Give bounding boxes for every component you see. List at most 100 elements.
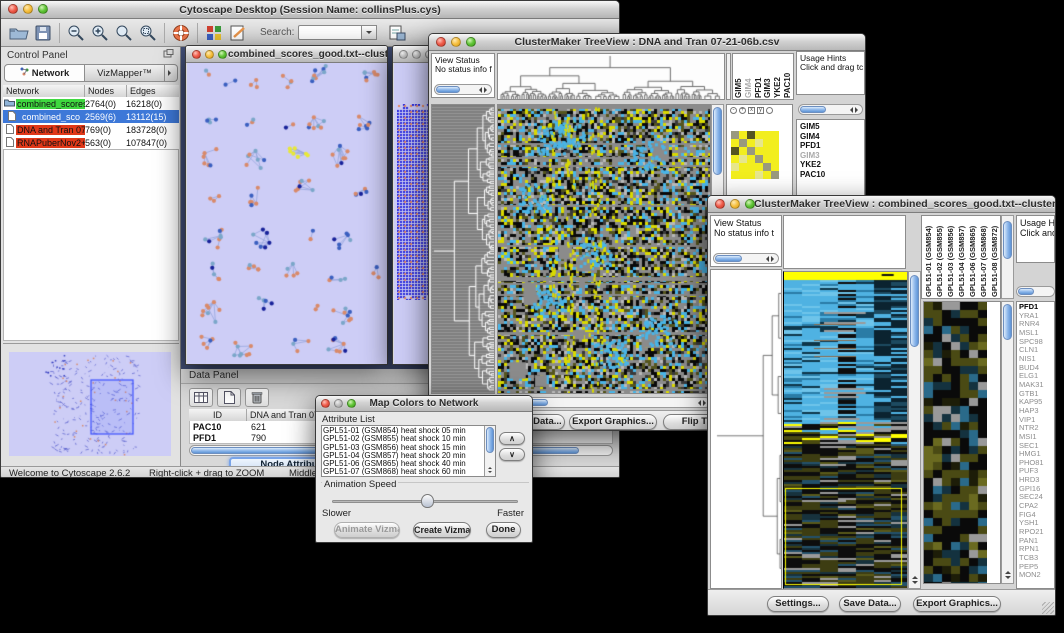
row-dendrogram-canvas[interactable] xyxy=(432,105,494,393)
close-button[interactable] xyxy=(321,399,330,408)
sample-column-label[interactable]: GIM4 xyxy=(744,55,753,98)
attribute-list-item[interactable]: GPL51-04 (GSM857) heat shock 20 min xyxy=(323,452,483,460)
attribute-list-item[interactable]: GPL51-07 (GSM868) heat shock 60 min xyxy=(323,468,483,475)
treeview1-title-bar[interactable]: ClusterMaker TreeView : DNA and Tran 07-… xyxy=(429,34,865,51)
treeview2-title-bar[interactable]: ClusterMaker TreeView : combined_scores_… xyxy=(708,196,1055,213)
view-status-scrollbar[interactable] xyxy=(713,253,779,264)
network-window-title-bar[interactable]: combined_scores_good.txt--cluste... xyxy=(186,46,387,63)
scrollbar-thumb[interactable] xyxy=(1018,288,1034,295)
tv2-heatmap-vscrollbar[interactable] xyxy=(908,271,921,589)
attribute-list-vscrollbar[interactable] xyxy=(484,426,495,476)
gene-row-label[interactable]: YKE2 xyxy=(800,160,864,170)
network-graph-canvas[interactable] xyxy=(187,63,388,365)
tv1-pane-divider[interactable] xyxy=(726,53,731,100)
scrollbar-thumb[interactable] xyxy=(800,106,826,113)
zoom-out-mini-icon[interactable]: - xyxy=(730,107,737,114)
tv2-button-export-graphics[interactable]: Export Graphics... xyxy=(913,596,1001,612)
save-icon[interactable] xyxy=(31,22,55,44)
zoom-button[interactable] xyxy=(745,199,755,209)
zoom-out-icon[interactable] xyxy=(64,22,88,44)
column-header-nodes[interactable]: Nodes xyxy=(85,85,127,97)
column-header-edges[interactable]: Edges xyxy=(127,85,179,97)
minimize-button[interactable] xyxy=(205,50,214,59)
gene-matrix-heatmap[interactable] xyxy=(731,131,779,179)
tv2-detail-vscrollbar[interactable] xyxy=(1001,301,1014,584)
sample-column-label[interactable]: GIM5 xyxy=(734,55,743,98)
help-lifering-icon[interactable] xyxy=(169,22,193,44)
scrollbar-thumb[interactable] xyxy=(436,86,460,93)
zoom-in-mini-icon[interactable]: + xyxy=(739,107,746,114)
vizmapper-icon[interactable] xyxy=(202,22,226,44)
view-status-scrollbar[interactable] xyxy=(434,84,492,95)
tv2-button-save-data[interactable]: Save Data... xyxy=(839,596,901,612)
zoom-x-mini-icon[interactable]: x xyxy=(748,107,755,114)
tv2-labels-vscrollbar[interactable] xyxy=(1001,215,1014,299)
sample-column-label[interactable]: GPL51-08 (GSM872) xyxy=(990,217,1000,297)
move-down-button[interactable]: ∨ xyxy=(499,448,525,461)
zoom-reset-mini-icon[interactable] xyxy=(766,107,773,114)
dialog-title-bar[interactable]: Map Colors to Network xyxy=(316,396,532,412)
tv2-usage-scrollbar[interactable] xyxy=(1016,286,1055,297)
detail-heatmap-canvas[interactable] xyxy=(924,302,987,583)
zoom-button[interactable] xyxy=(218,50,227,59)
gene-row-label[interactable]: GIM4 xyxy=(800,132,864,142)
minimize-button[interactable] xyxy=(334,399,343,408)
sample-column-label[interactable]: GPL51-06 (GSM865) xyxy=(968,217,978,297)
network-table-row[interactable]: combined_sco2569(6)13112(15) xyxy=(3,110,179,123)
close-button[interactable] xyxy=(399,50,408,59)
zoom-button[interactable] xyxy=(466,37,476,47)
tab-network[interactable]: Network xyxy=(4,64,85,82)
animation-speed-slider-thumb[interactable] xyxy=(421,494,434,508)
animate-vizmap-button[interactable]: Animate Vizmap xyxy=(334,522,400,538)
new-attribute-icon[interactable] xyxy=(217,388,241,407)
zoom-selected-icon[interactable] xyxy=(136,22,160,44)
scrollbar-thumb[interactable] xyxy=(715,255,742,262)
delete-attribute-trash-icon[interactable] xyxy=(245,388,269,407)
minimize-button[interactable] xyxy=(23,4,33,14)
zoom-button[interactable] xyxy=(347,399,356,408)
gene-row-label[interactable]: MON2 xyxy=(1019,571,1054,580)
main-title-bar[interactable]: Cytoscape Desktop (Session Name: collins… xyxy=(1,1,619,19)
zoom-in-icon[interactable] xyxy=(88,22,112,44)
sample-column-label[interactable]: GPL51-01 (GSM854) xyxy=(924,217,934,297)
close-button[interactable] xyxy=(192,50,201,59)
search-input[interactable] xyxy=(298,25,362,40)
network-table-row[interactable]: DNA and Tran 07769(0)183728(0) xyxy=(3,123,179,136)
move-up-button[interactable]: ∧ xyxy=(499,432,525,445)
annotation-icon[interactable] xyxy=(226,22,250,44)
heatmap-canvas[interactable] xyxy=(784,272,907,588)
row-dendrogram-canvas[interactable] xyxy=(711,270,781,588)
create-vizmap-button[interactable]: Create Vizmap xyxy=(413,522,471,538)
attribute-browser-icon[interactable] xyxy=(385,22,409,44)
minimize-button[interactable] xyxy=(412,50,421,59)
minimize-button[interactable] xyxy=(730,199,740,209)
column-header-id[interactable]: ID xyxy=(189,409,247,421)
tab-vizmapper[interactable]: VizMapper™ xyxy=(85,64,165,82)
scrollbar-thumb[interactable] xyxy=(1003,304,1012,340)
sample-column-label[interactable]: YKE2 xyxy=(773,55,782,98)
birdseye-view-canvas[interactable] xyxy=(9,352,171,456)
column-dendrogram-canvas[interactable] xyxy=(498,54,724,99)
scrollbar-thumb[interactable] xyxy=(713,107,722,175)
sample-column-label[interactable]: PFD1 xyxy=(754,55,763,98)
network-table-row[interactable]: combined_scores2764(0)16218(0) xyxy=(3,97,179,110)
scrollbar-thumb[interactable] xyxy=(1003,221,1012,259)
sample-column-label[interactable]: GIM3 xyxy=(763,55,772,98)
gene-row-label[interactable]: GIM5 xyxy=(800,122,864,132)
more-tabs-button[interactable] xyxy=(165,64,178,82)
scrollbar-thumb[interactable] xyxy=(486,427,494,453)
gene-row-label[interactable]: GIM3 xyxy=(800,151,864,161)
zoom-fit-icon[interactable] xyxy=(112,22,136,44)
gene-row-label[interactable]: PAC10 xyxy=(800,170,864,180)
table-mode-icon[interactable] xyxy=(189,388,213,407)
search-dropdown-button[interactable] xyxy=(362,25,377,40)
resize-grip[interactable] xyxy=(1042,602,1054,614)
zoom-button[interactable] xyxy=(38,4,48,14)
column-header-network[interactable]: Network xyxy=(3,85,85,97)
scrollbar-thumb[interactable] xyxy=(910,275,919,347)
attribute-list-item[interactable]: GPL51-03 (GSM856) heat shock 15 min xyxy=(323,444,483,452)
sample-column-label[interactable]: GPL51-07 (GSM868) xyxy=(979,217,989,297)
tv1-labels-hscrollbar[interactable] xyxy=(798,104,863,115)
tv2-button-settings[interactable]: Settings... xyxy=(767,596,829,612)
network-table-row[interactable]: RNAPuberNov2+563(0)107847(0) xyxy=(3,136,179,149)
